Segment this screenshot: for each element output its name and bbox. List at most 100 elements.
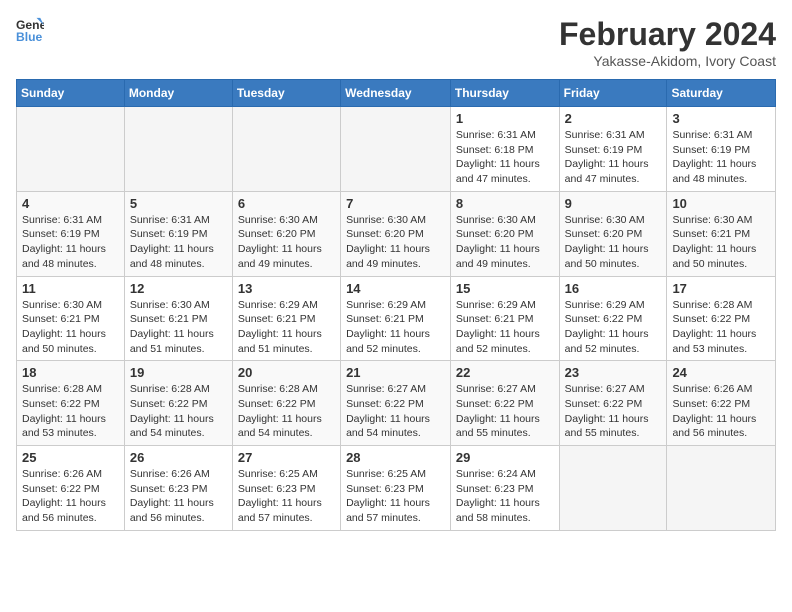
logo-icon: General Blue — [16, 16, 44, 44]
day-number: 15 — [456, 281, 554, 296]
week-row-2: 4 Sunrise: 6:31 AM Sunset: 6:19 PM Daylig… — [17, 191, 776, 276]
calendar-cell — [232, 107, 340, 192]
weekday-header-friday: Friday — [559, 80, 667, 107]
day-info: Sunrise: 6:25 AM Sunset: 6:23 PM Dayligh… — [238, 467, 335, 526]
day-number: 9 — [565, 196, 662, 211]
weekday-header-sunday: Sunday — [17, 80, 125, 107]
day-info: Sunrise: 6:28 AM Sunset: 6:22 PM Dayligh… — [672, 298, 770, 357]
day-info: Sunrise: 6:29 AM Sunset: 6:21 PM Dayligh… — [346, 298, 445, 357]
day-info: Sunrise: 6:24 AM Sunset: 6:23 PM Dayligh… — [456, 467, 554, 526]
day-number: 8 — [456, 196, 554, 211]
calendar-cell: 4 Sunrise: 6:31 AM Sunset: 6:19 PM Daylig… — [17, 191, 125, 276]
calendar-cell: 28 Sunrise: 6:25 AM Sunset: 6:23 PM Dayli… — [341, 446, 451, 531]
calendar-cell — [124, 107, 232, 192]
day-number: 14 — [346, 281, 445, 296]
day-info: Sunrise: 6:31 AM Sunset: 6:19 PM Dayligh… — [130, 213, 227, 272]
day-number: 25 — [22, 450, 119, 465]
calendar-cell: 26 Sunrise: 6:26 AM Sunset: 6:23 PM Dayli… — [124, 446, 232, 531]
calendar-cell: 19Sunrise: 6:28 AM Sunset: 6:22 PM Dayli… — [124, 361, 232, 446]
calendar-cell: 16Sunrise: 6:29 AM Sunset: 6:22 PM Dayli… — [559, 276, 667, 361]
day-number: 2 — [565, 111, 662, 126]
day-info: Sunrise: 6:25 AM Sunset: 6:23 PM Dayligh… — [346, 467, 445, 526]
day-number: 27 — [238, 450, 335, 465]
calendar-cell: 20Sunrise: 6:28 AM Sunset: 6:22 PM Dayli… — [232, 361, 340, 446]
day-number: 12 — [130, 281, 227, 296]
day-number: 26 — [130, 450, 227, 465]
day-info: Sunrise: 6:30 AM Sunset: 6:20 PM Dayligh… — [456, 213, 554, 272]
day-number: 18 — [22, 365, 119, 380]
day-info: Sunrise: 6:29 AM Sunset: 6:21 PM Dayligh… — [238, 298, 335, 357]
day-info: Sunrise: 6:26 AM Sunset: 6:23 PM Dayligh… — [130, 467, 227, 526]
day-info: Sunrise: 6:31 AM Sunset: 6:18 PM Dayligh… — [456, 128, 554, 187]
calendar-cell: 13Sunrise: 6:29 AM Sunset: 6:21 PM Dayli… — [232, 276, 340, 361]
month-year: February 2024 — [559, 16, 776, 53]
title-area: February 2024 Yakasse-Akidom, Ivory Coas… — [559, 16, 776, 69]
day-info: Sunrise: 6:30 AM Sunset: 6:21 PM Dayligh… — [130, 298, 227, 357]
calendar-cell: 10 Sunrise: 6:30 AM Sunset: 6:21 PM Dayli… — [667, 191, 776, 276]
day-number: 22 — [456, 365, 554, 380]
day-info: Sunrise: 6:30 AM Sunset: 6:20 PM Dayligh… — [565, 213, 662, 272]
weekday-header-tuesday: Tuesday — [232, 80, 340, 107]
calendar-cell: 22 Sunrise: 6:27 AM Sunset: 6:22 PM Dayli… — [450, 361, 559, 446]
week-row-4: 18 Sunrise: 6:28 AM Sunset: 6:22 PM Dayli… — [17, 361, 776, 446]
week-row-5: 25 Sunrise: 6:26 AM Sunset: 6:22 PM Dayli… — [17, 446, 776, 531]
calendar-table: SundayMondayTuesdayWednesdayThursdayFrid… — [16, 79, 776, 531]
day-number: 28 — [346, 450, 445, 465]
day-info: Sunrise: 6:31 AM Sunset: 6:19 PM Dayligh… — [565, 128, 662, 187]
day-number: 5 — [130, 196, 227, 211]
day-info: Sunrise: 6:27 AM Sunset: 6:22 PM Dayligh… — [346, 382, 445, 441]
day-number: 19 — [130, 365, 227, 380]
calendar-cell: 15 Sunrise: 6:29 AM Sunset: 6:21 PM Dayli… — [450, 276, 559, 361]
day-info: Sunrise: 6:29 AM Sunset: 6:21 PM Dayligh… — [456, 298, 554, 357]
day-info: Sunrise: 6:28 AM Sunset: 6:22 PM Dayligh… — [238, 382, 335, 441]
calendar-cell — [667, 446, 776, 531]
weekday-header-row: SundayMondayTuesdayWednesdayThursdayFrid… — [17, 80, 776, 107]
day-number: 29 — [456, 450, 554, 465]
day-number: 6 — [238, 196, 335, 211]
day-info: Sunrise: 6:28 AM Sunset: 6:22 PM Dayligh… — [22, 382, 119, 441]
day-info: Sunrise: 6:27 AM Sunset: 6:22 PM Dayligh… — [565, 382, 662, 441]
header: General Blue February 2024 Yakasse-Akido… — [16, 16, 776, 69]
day-info: Sunrise: 6:31 AM Sunset: 6:19 PM Dayligh… — [672, 128, 770, 187]
day-number: 7 — [346, 196, 445, 211]
calendar-cell: 24Sunrise: 6:26 AM Sunset: 6:22 PM Dayli… — [667, 361, 776, 446]
day-info: Sunrise: 6:30 AM Sunset: 6:20 PM Dayligh… — [238, 213, 335, 272]
day-info: Sunrise: 6:26 AM Sunset: 6:22 PM Dayligh… — [672, 382, 770, 441]
calendar-cell: 6 Sunrise: 6:30 AM Sunset: 6:20 PM Daylig… — [232, 191, 340, 276]
logo: General Blue — [16, 16, 44, 44]
calendar-cell: 21 Sunrise: 6:27 AM Sunset: 6:22 PM Dayli… — [341, 361, 451, 446]
calendar-cell: 5 Sunrise: 6:31 AM Sunset: 6:19 PM Daylig… — [124, 191, 232, 276]
calendar-cell: 3 Sunrise: 6:31 AM Sunset: 6:19 PM Daylig… — [667, 107, 776, 192]
calendar-cell: 9 Sunrise: 6:30 AM Sunset: 6:20 PM Daylig… — [559, 191, 667, 276]
day-number: 10 — [672, 196, 770, 211]
day-number: 3 — [672, 111, 770, 126]
day-info: Sunrise: 6:26 AM Sunset: 6:22 PM Dayligh… — [22, 467, 119, 526]
weekday-header-saturday: Saturday — [667, 80, 776, 107]
weekday-header-wednesday: Wednesday — [341, 80, 451, 107]
week-row-1: 1 Sunrise: 6:31 AM Sunset: 6:18 PM Daylig… — [17, 107, 776, 192]
calendar-cell: 23Sunrise: 6:27 AM Sunset: 6:22 PM Dayli… — [559, 361, 667, 446]
calendar-cell: 11Sunrise: 6:30 AM Sunset: 6:21 PM Dayli… — [17, 276, 125, 361]
day-info: Sunrise: 6:31 AM Sunset: 6:19 PM Dayligh… — [22, 213, 119, 272]
day-info: Sunrise: 6:30 AM Sunset: 6:21 PM Dayligh… — [672, 213, 770, 272]
day-number: 4 — [22, 196, 119, 211]
calendar-cell: 14 Sunrise: 6:29 AM Sunset: 6:21 PM Dayli… — [341, 276, 451, 361]
day-number: 11 — [22, 281, 119, 296]
calendar-cell: 7 Sunrise: 6:30 AM Sunset: 6:20 PM Daylig… — [341, 191, 451, 276]
calendar-cell: 18 Sunrise: 6:28 AM Sunset: 6:22 PM Dayli… — [17, 361, 125, 446]
calendar-cell: 29 Sunrise: 6:24 AM Sunset: 6:23 PM Dayli… — [450, 446, 559, 531]
weekday-header-thursday: Thursday — [450, 80, 559, 107]
day-number: 16 — [565, 281, 662, 296]
day-number: 21 — [346, 365, 445, 380]
calendar-cell: 25 Sunrise: 6:26 AM Sunset: 6:22 PM Dayli… — [17, 446, 125, 531]
calendar-cell — [17, 107, 125, 192]
day-number: 1 — [456, 111, 554, 126]
day-info: Sunrise: 6:30 AM Sunset: 6:20 PM Dayligh… — [346, 213, 445, 272]
week-row-3: 11 Sunrise: 6:30 AM Sunset: 6:21 PM Dayli… — [17, 276, 776, 361]
calendar-cell: 2 Sunrise: 6:31 AM Sunset: 6:19 PM Daylig… — [559, 107, 667, 192]
calendar-cell: 17 Sunrise: 6:28 AM Sunset: 6:22 PM Dayli… — [667, 276, 776, 361]
calendar-cell: 1 Sunrise: 6:31 AM Sunset: 6:18 PM Daylig… — [450, 107, 559, 192]
day-info: Sunrise: 6:27 AM Sunset: 6:22 PM Dayligh… — [456, 382, 554, 441]
calendar-cell — [559, 446, 667, 531]
day-number: 17 — [672, 281, 770, 296]
